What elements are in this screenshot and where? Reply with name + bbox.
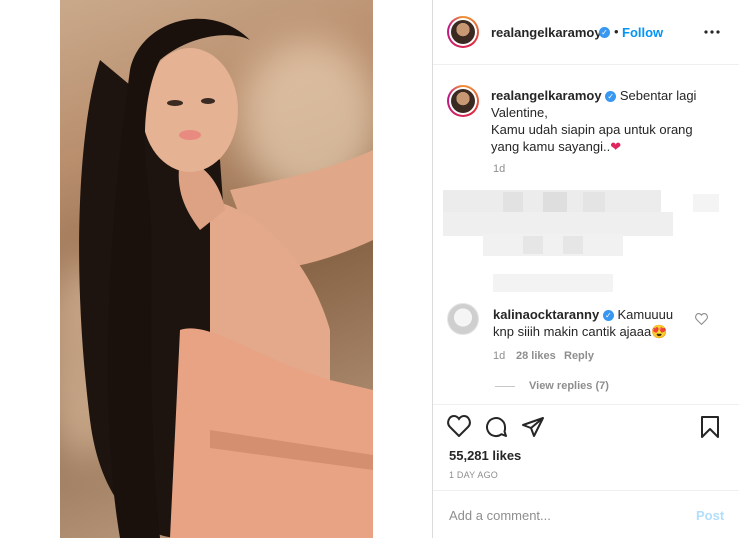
post-photo[interactable] xyxy=(60,0,373,538)
caption-line: Kamu udah siapin apa untuk orang xyxy=(491,122,693,137)
caption-avatar[interactable] xyxy=(447,85,479,117)
more-dots-icon[interactable] xyxy=(704,30,720,34)
post-timestamp: 1 DAY AGO xyxy=(449,470,498,480)
comment-time: 1d xyxy=(493,350,506,362)
heart-icon[interactable] xyxy=(447,415,471,437)
comment-likes[interactable]: 28 likes xyxy=(516,350,556,362)
author-username[interactable]: realangelkaramoy xyxy=(491,25,602,40)
reply-button[interactable]: Reply xyxy=(564,350,594,362)
likes-count[interactable]: 55,281 likes xyxy=(449,448,521,463)
follow-button[interactable]: Follow xyxy=(622,25,663,40)
caption-text: realangelkaramoy ✓ Sebentar lagi Valenti… xyxy=(491,87,731,155)
post-button[interactable]: Post xyxy=(696,508,724,523)
heart-eyes-emoji: 😍 xyxy=(651,324,668,339)
caption-time: 1d xyxy=(493,163,506,175)
caption-line: Valentine, xyxy=(491,105,548,120)
verified-badge-icon: ✓ xyxy=(605,91,617,103)
portrait-illustration xyxy=(79,18,373,538)
replies-divider xyxy=(495,386,515,387)
author-avatar[interactable] xyxy=(447,16,479,48)
action-bar: 55,281 likes 1 DAY AGO xyxy=(433,404,739,480)
comment-line: knp siiih makin cantik ajaaa xyxy=(493,324,652,339)
comment-text: kalinaocktaranny ✓ Kamuuuu knp siiih mak… xyxy=(493,306,693,340)
comment-input[interactable]: Add a comment... xyxy=(449,508,551,523)
add-comment-bar: Add a comment... Post xyxy=(433,490,739,539)
comment-line: Kamuuuu xyxy=(617,307,674,322)
verified-badge-icon: ✓ xyxy=(602,310,614,322)
caption-line: yang kamu sayangi.. xyxy=(491,139,611,154)
view-replies-button[interactable]: View replies (7) xyxy=(529,380,609,392)
comment-icon[interactable] xyxy=(484,415,508,439)
commenter-avatar[interactable] xyxy=(447,303,479,335)
bookmark-icon[interactable] xyxy=(700,415,720,439)
post-sidebar: realangelkaramoy ✓ • Follow realangelkar… xyxy=(432,0,739,538)
comment-like-icon[interactable] xyxy=(695,313,708,325)
commenter-username[interactable]: kalinaocktaranny xyxy=(493,307,599,322)
caption-username[interactable]: realangelkaramoy xyxy=(491,88,602,103)
share-icon[interactable] xyxy=(521,415,545,439)
verified-badge-icon: ✓ xyxy=(599,27,610,38)
caption-line: Sebentar lagi xyxy=(619,88,697,103)
separator-dot: • xyxy=(614,24,619,39)
heart-emoji: ❤ xyxy=(610,139,622,154)
post-header: realangelkaramoy ✓ • Follow xyxy=(433,0,739,65)
